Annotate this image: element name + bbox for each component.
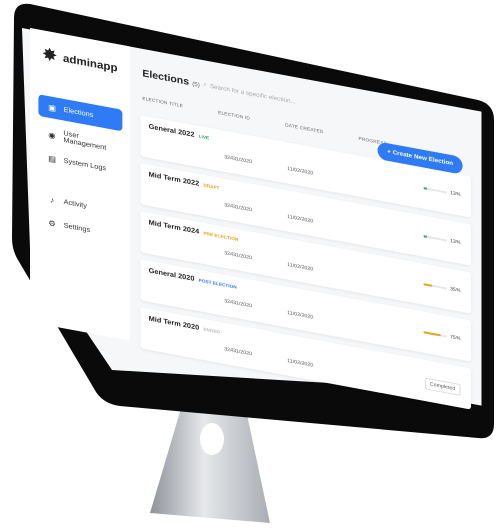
bell-icon: ♪ — [49, 194, 55, 205]
progress-bar — [423, 331, 447, 338]
election-title: Mid Term 2022 DRAFT — [149, 172, 220, 192]
progress-label: 35% — [449, 286, 461, 294]
brand[interactable]: ✸ adminapp — [42, 46, 118, 76]
column-header: Election ID — [218, 109, 251, 121]
election-id: 32431/2020 — [224, 298, 252, 310]
progress: 13% — [423, 185, 461, 198]
date-created: 11/02/2020 — [287, 309, 314, 321]
election-name: General 2020 — [148, 267, 195, 283]
status-badge: LIVE — [198, 133, 210, 141]
completed-button[interactable]: Completed — [424, 377, 461, 396]
status-badge: POST ELECTION — [198, 277, 237, 290]
date-created: 11/02/2020 — [287, 213, 314, 225]
progress-bar — [423, 283, 447, 290]
progress-label: 13% — [449, 238, 461, 246]
date-created: 11/02/2020 — [287, 165, 314, 177]
election-name: Mid Term 2020 — [148, 315, 200, 332]
sidebar-item-label: Settings — [63, 221, 91, 234]
progress: 75% — [423, 329, 461, 343]
star-logo-icon: ✸ — [42, 46, 57, 66]
progress-fill — [423, 331, 442, 337]
election-count: (5) — [192, 81, 200, 89]
search-icon: ⌕ — [203, 81, 207, 89]
date-created: 11/02/2020 — [287, 357, 314, 369]
search-placeholder: Search for a specific election... — [209, 83, 296, 106]
election-id: 32431/2020 — [224, 154, 252, 166]
election-name: Mid Term 2024 — [148, 219, 200, 236]
brand-name: adminapp — [62, 52, 118, 75]
election-id: 32431/2020 — [224, 250, 252, 262]
election-title: General 2022 LIVE — [149, 123, 209, 141]
election-title: Mid Term 2024PRE ELECTION — [149, 220, 239, 243]
election-name: General 2022 — [148, 123, 195, 139]
logs-icon: ▤ — [48, 153, 57, 164]
election-id: 32431/2020 — [224, 202, 252, 214]
progress-label: 75% — [449, 334, 461, 343]
page-title-text: Elections — [142, 68, 190, 88]
sidebar-item-label: Elections — [63, 106, 94, 119]
sidebar-item-label: Activity — [63, 198, 87, 210]
election-title: Mid Term 2020 ENDED — [149, 316, 220, 336]
progress-label: 13% — [449, 190, 461, 198]
election-name: Mid Term 2022 — [148, 171, 200, 188]
gear-icon: ⚙ — [48, 218, 56, 229]
election-id: 32431/2020 — [224, 346, 252, 358]
progress-fill — [423, 235, 427, 238]
progress-bar — [423, 187, 447, 194]
sidebar: ✸ adminapp ▣ Elections ◉ User Management… — [30, 28, 130, 341]
status-badge: ENDED — [203, 326, 220, 335]
progress-fill — [423, 283, 432, 287]
status-badge: DRAFT — [203, 182, 220, 191]
monitor-illustration: ✸ adminapp ▣ Elections ◉ User Management… — [0, 0, 500, 530]
date-created: 11/02/2020 — [287, 261, 314, 273]
progress-fill — [423, 187, 427, 190]
status-badge: PRE ELECTION — [203, 230, 239, 243]
column-header: Election Title — [142, 95, 184, 109]
search-input[interactable]: ⌕ Search for a specific election... — [203, 82, 295, 106]
users-icon: ◉ — [48, 129, 56, 141]
progress: 35% — [423, 281, 461, 294]
progress: 13% — [423, 233, 461, 246]
progress-bar — [423, 235, 447, 242]
election-title: General 2020POST ELECTION — [149, 268, 237, 291]
sidebar-item-label: System Logs — [63, 157, 107, 172]
page-title: Elections (5) — [142, 68, 200, 89]
ballot-icon: ▣ — [48, 102, 57, 113]
column-header: Date Created — [285, 122, 324, 135]
